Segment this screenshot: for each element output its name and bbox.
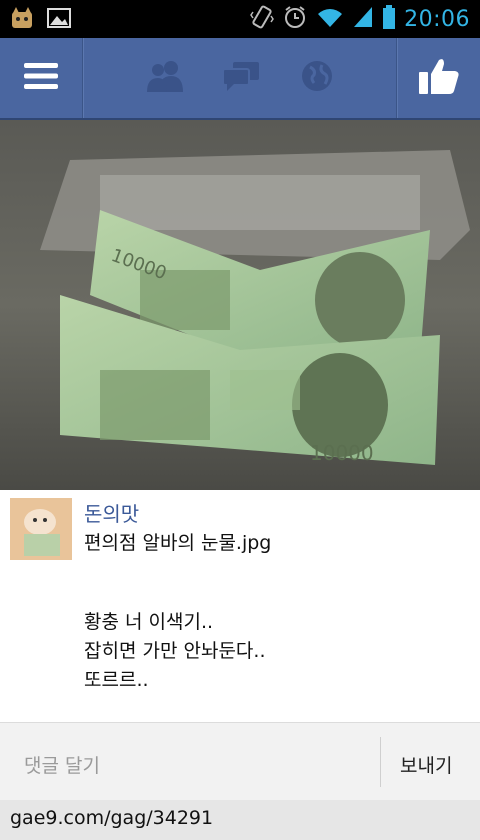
battery-icon (382, 4, 396, 34)
vibrate-icon (250, 4, 274, 34)
send-button[interactable]: 보내기 (400, 751, 452, 778)
wifi-icon (316, 5, 344, 33)
globe-icon (300, 59, 334, 97)
friend-requests-button[interactable] (140, 38, 190, 118)
top-nav-bar (0, 38, 480, 120)
notifications-button[interactable] (292, 38, 342, 118)
post-author[interactable]: 돈의맛 (84, 498, 139, 527)
alarm-icon (282, 4, 308, 34)
gallery-icon (46, 6, 72, 30)
like-icon (417, 56, 461, 100)
post-line: 황충 너 이색기.. (84, 611, 214, 633)
messages-button[interactable] (216, 38, 266, 118)
cat-app-icon (10, 6, 36, 30)
banknotes-photo: 10000 10000 (0, 120, 480, 490)
source-footer: gae9.com/gag/34291 (0, 800, 480, 840)
like-button[interactable] (398, 38, 480, 118)
signal-icon (352, 5, 374, 33)
post-body: 황충 너 이색기.. 잡히면 가만 안놔둔다.. 또르르.. (84, 608, 265, 695)
post-caption: 편의점 알바의 눈물.jpg (84, 532, 272, 554)
avatar[interactable] (10, 498, 72, 560)
menu-icon (24, 61, 58, 95)
post-photo[interactable]: 10000 10000 (0, 120, 480, 490)
comment-input[interactable]: 댓글 달기 (24, 751, 100, 778)
menu-button[interactable] (0, 38, 82, 118)
messages-icon (221, 60, 261, 96)
comment-bar: 댓글 달기 보내기 (0, 722, 480, 801)
source-url: gae9.com/gag/34291 (10, 807, 214, 829)
status-bar: 20:06 (0, 0, 480, 38)
post-line: 잡히면 가만 안놔둔다.. (84, 640, 266, 662)
post-card: 돈의맛 편의점 알바의 눈물.jpg 황충 너 이색기.. 잡히면 가만 안놔둔… (0, 490, 480, 722)
divider (380, 737, 381, 787)
friends-icon (145, 60, 185, 96)
post-line: 또르르.. (84, 669, 149, 691)
banknote-value-bottom: 10000 (310, 441, 374, 465)
clock: 20:06 (404, 6, 470, 32)
